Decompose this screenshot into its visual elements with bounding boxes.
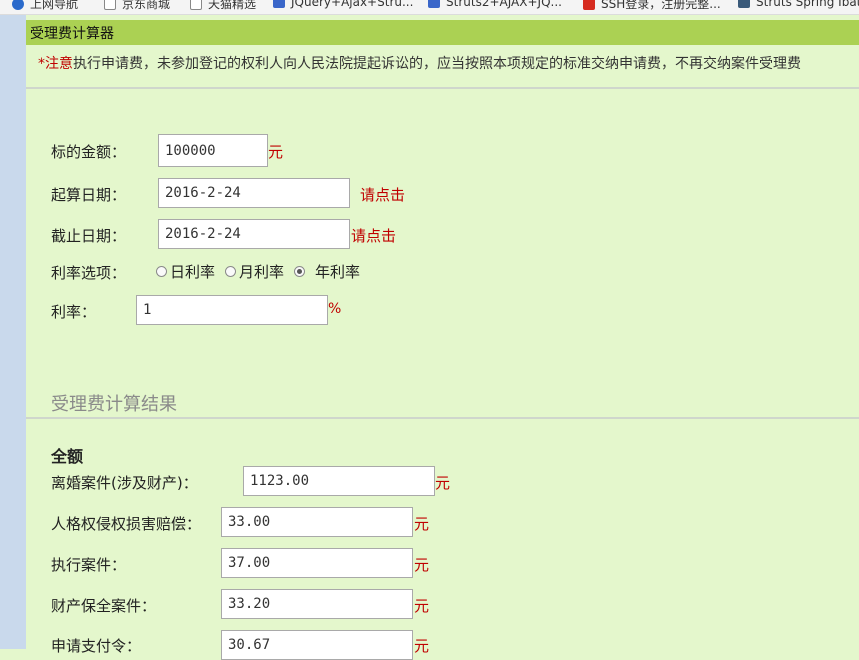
result-unit: 元 [414,556,430,574]
page-title: 受理费计算器 [30,26,114,42]
bookmark-6[interactable]: SSH登录，注册完整... [583,0,721,12]
bookmark-label: JQuery+Ajax+Stru... [291,0,414,9]
radio-annual-rate[interactable]: 年利率 [294,261,360,282]
result-label-execution: 执行案件： [51,556,127,574]
bookmark-1[interactable]: 上网导航 [12,0,78,12]
bookmark-label: 天猫精选 [208,0,257,11]
radio-label: 月利率 [239,263,285,281]
end-date-picker-link[interactable]: 请点击 [351,225,396,246]
bookmark-label: 京东商城 [122,0,171,11]
result-personality-input[interactable] [221,507,413,537]
notice-text: 执行申请费，未参加登记的权利人向人民法院提起诉讼的，应当按照本项规定的标准交纳申… [73,56,801,72]
blog-icon [428,0,440,8]
results-group-title: 全额 [51,447,84,466]
radio-label: 年利率 [315,263,361,281]
bookmark-label: Struts Spring Ibat [756,0,859,9]
result-execution-input[interactable] [221,548,413,578]
result-payment-order-input[interactable] [221,630,413,660]
page-icon [190,0,202,10]
notice: *注意执行申请费，未参加登记的权利人向人民法院提起诉讼的，应当按照本项规定的标准… [38,53,801,73]
radio-label: 日利率 [170,263,216,281]
amount-unit: 元 [268,143,284,161]
bookmark-label: Struts2+AJAX+JQ... [446,0,562,9]
rate-input[interactable] [136,295,328,325]
result-label-divorce: 离婚案件(涉及财产)： [51,474,198,492]
divider [26,87,859,89]
radio-daily-rate[interactable]: 日利率 [156,261,215,282]
bookmark-5[interactable]: Struts2+AJAX+JQ... [428,0,562,9]
start-date-input[interactable] [158,178,350,208]
ie-icon [12,0,24,10]
bookmark-4[interactable]: JQuery+Ajax+Stru... [273,0,413,9]
start-date-label: 起算日期： [51,186,127,204]
amount-label: 标的金额： [51,143,127,161]
result-unit: 元 [435,474,451,492]
result-preservation-input[interactable] [221,589,413,619]
end-date-input[interactable] [158,219,350,249]
bookmark-label: 上网导航 [30,0,79,11]
left-sidebar-strip [0,15,26,649]
result-divorce-input[interactable] [243,466,435,496]
result-unit: 元 [414,597,430,615]
result-label-preservation: 财产保全案件： [51,597,157,615]
result-unit: 元 [414,637,430,655]
calculator-content: 受理费计算器 *注意执行申请费，未参加登记的权利人向人民法院提起诉讼的，应当按照… [26,15,859,660]
radio-circle[interactable] [156,266,167,277]
csdn-icon [583,0,595,10]
result-unit: 元 [414,515,430,533]
radio-circle-selected[interactable] [294,266,306,277]
bookmark-3[interactable]: 天猫精选 [190,0,256,12]
rate-unit: % [328,301,342,317]
results-divider [26,417,859,419]
result-label-personality: 人格权侵权损害赔偿： [51,515,202,533]
title-bar: 受理费计算器 [26,20,859,45]
bookmark-2[interactable]: 京东商城 [104,0,170,12]
notice-mark: *注意 [38,56,73,72]
amount-input[interactable] [158,134,268,167]
blog-icon [273,0,285,8]
result-label-payment-order: 申请支付令： [51,637,142,655]
end-date-label: 截止日期： [51,227,127,245]
start-date-picker-link[interactable]: 请点击 [360,184,405,205]
bookmarks-bar: 上网导航 京东商城 天猫精选 JQuery+Ajax+Stru... Strut… [0,0,859,15]
rate-option-group: 日利率 月利率 年利率 [156,261,370,282]
bookmark-label: SSH登录，注册完整... [601,0,721,11]
page-icon [104,0,116,10]
rate-option-label: 利率选项： [51,264,127,282]
rate-label: 利率： [51,303,97,321]
bookmark-icon [738,0,750,8]
radio-circle[interactable] [225,266,237,277]
radio-monthly-rate[interactable]: 月利率 [225,261,284,282]
results-section-title: 受理费计算结果 [51,394,177,415]
bookmark-7[interactable]: Struts Spring Ibat [738,0,859,9]
